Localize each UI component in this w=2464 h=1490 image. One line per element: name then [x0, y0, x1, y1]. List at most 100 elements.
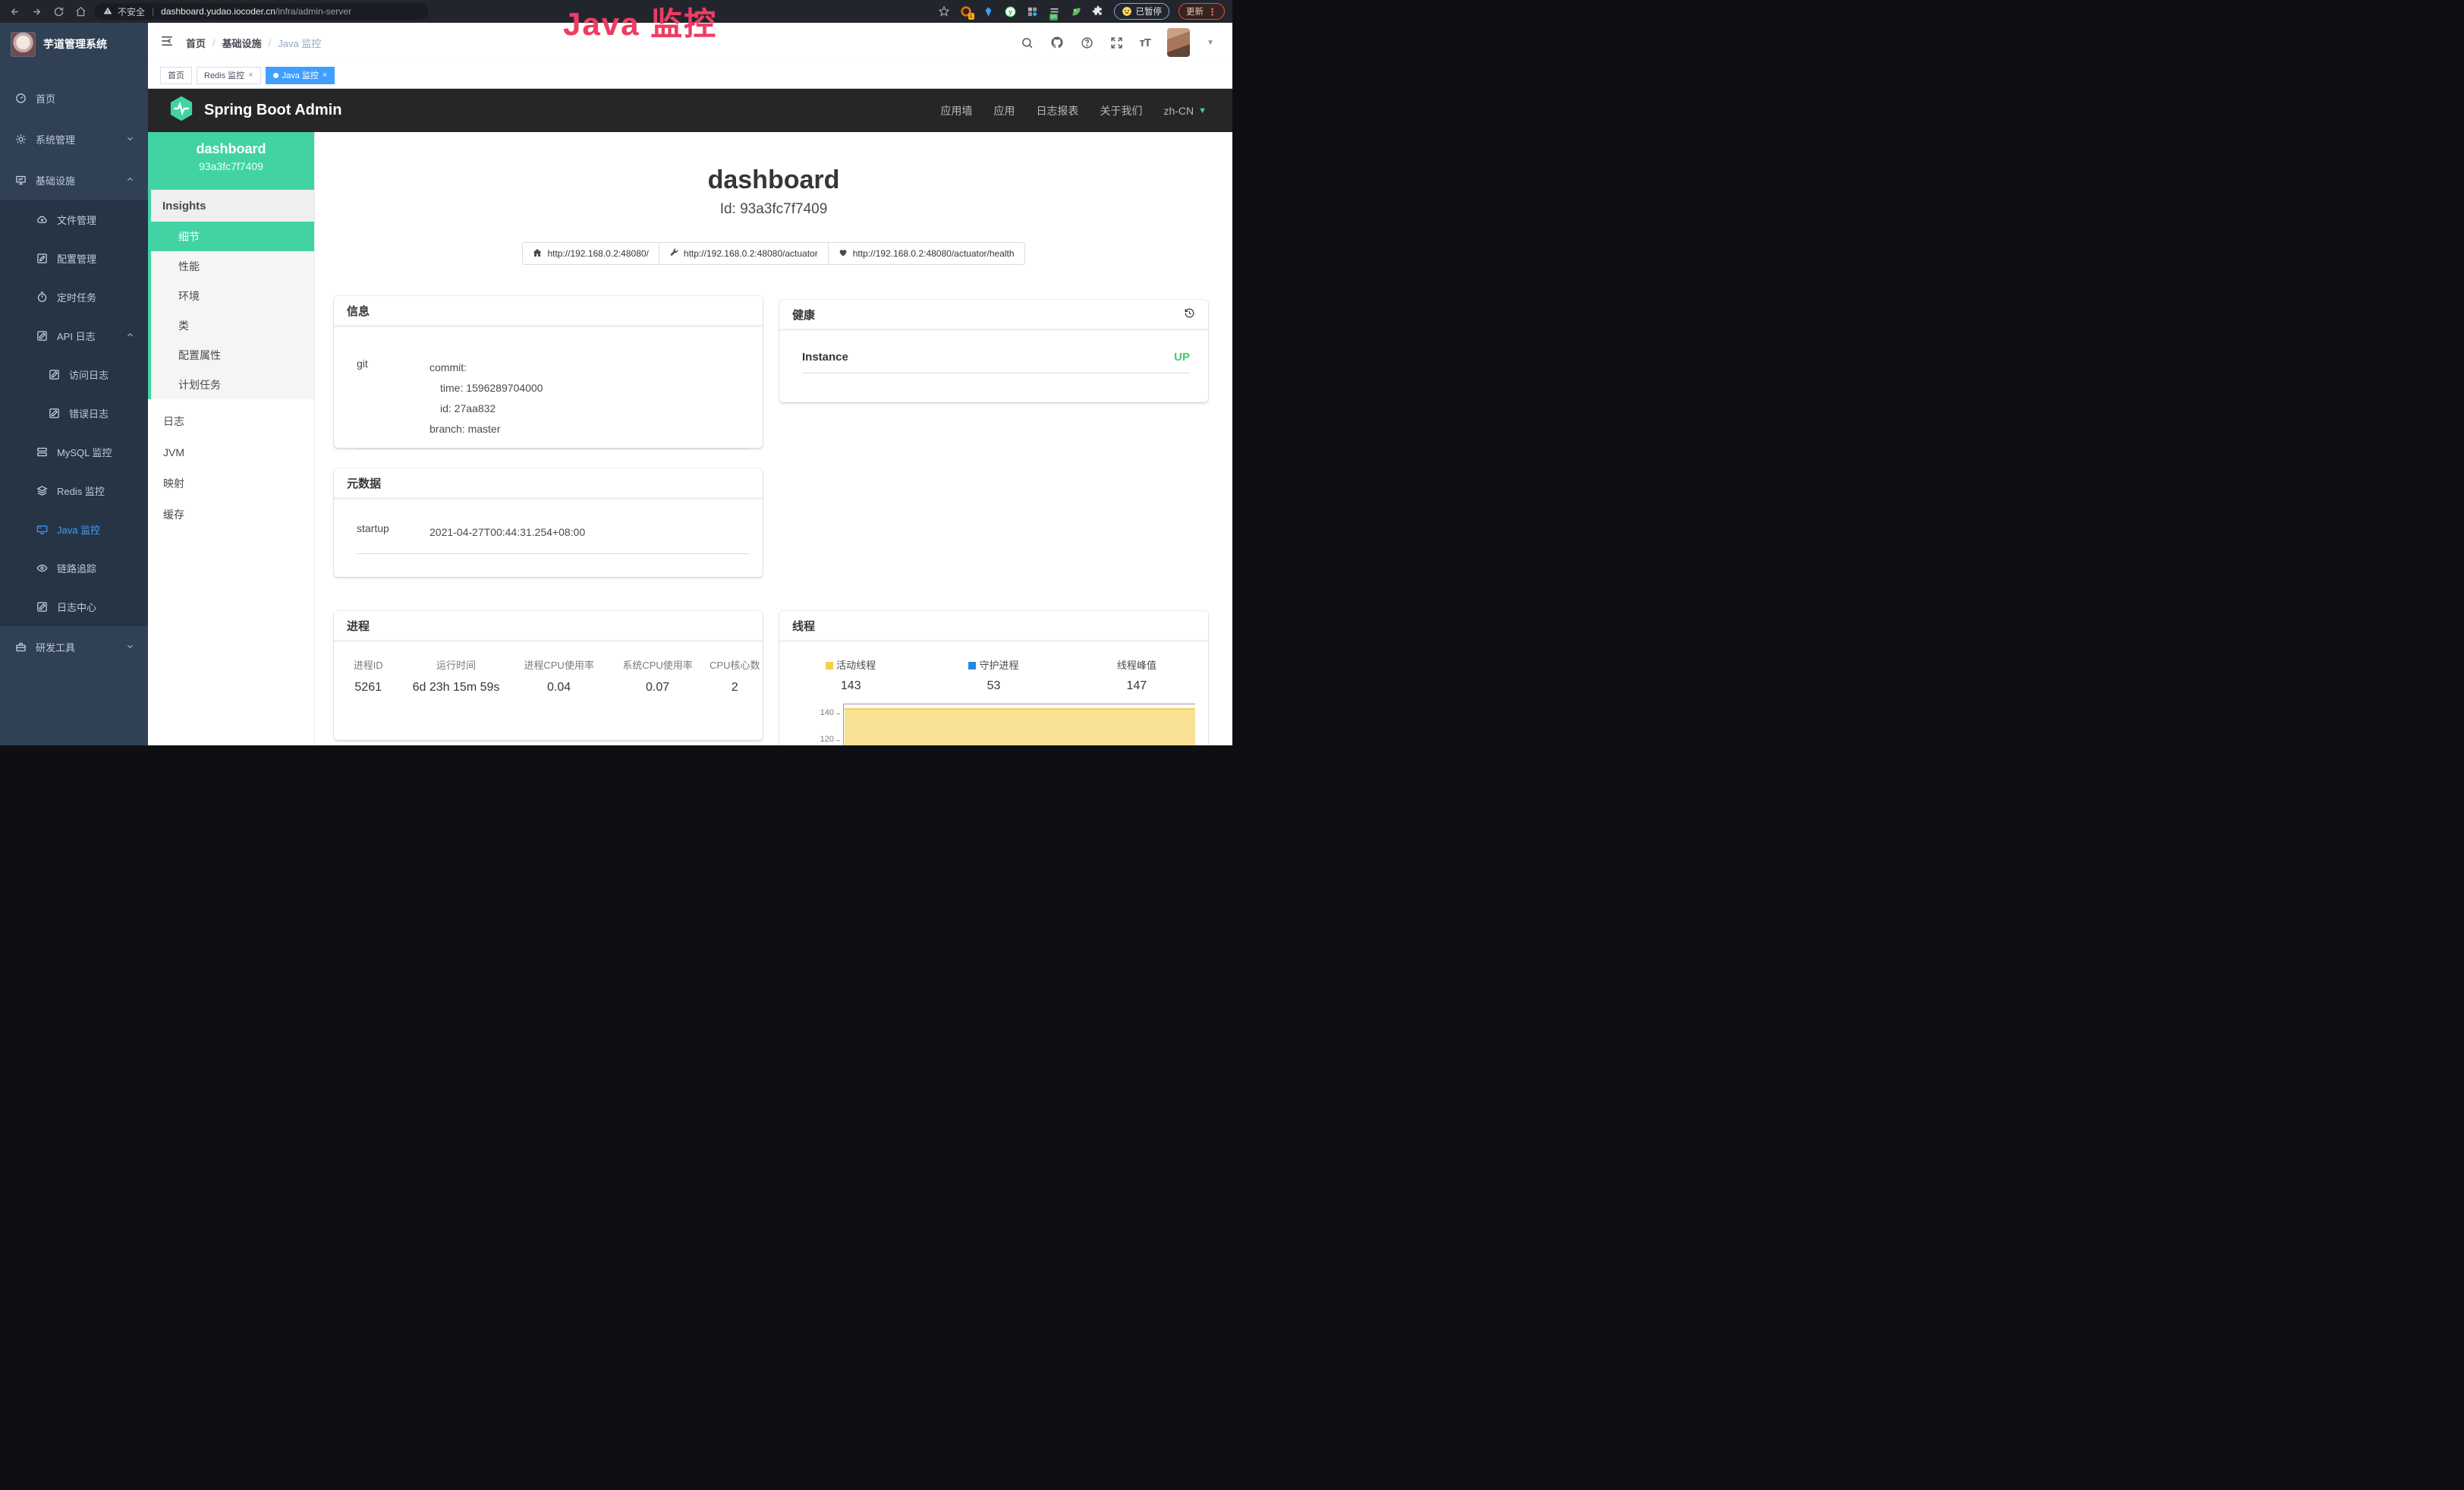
sidebar-item-config-manage[interactable]: 配置管理	[0, 239, 148, 278]
browser-menu-icon[interactable]: ⋮	[1207, 7, 1217, 17]
tag-redis-monitor[interactable]: Redis 监控×	[197, 67, 261, 84]
sba-header: Spring Boot Admin 应用墙 应用 日志报表 关于我们 zh-CN…	[148, 89, 1232, 132]
health-instance-row[interactable]: Instance UP	[802, 351, 1190, 373]
health-card-title: 健康	[792, 307, 815, 323]
extension-grid-icon[interactable]	[1026, 5, 1039, 18]
update-label: 更新	[1186, 5, 1204, 17]
extension-leaf-icon[interactable]	[1070, 5, 1083, 18]
profile-paused-chip[interactable]: 已暂停	[1114, 3, 1170, 20]
history-icon[interactable]	[1184, 307, 1195, 322]
forward-icon[interactable]	[31, 6, 42, 17]
extension-onetab-icon[interactable]: on	[1048, 5, 1061, 18]
breadcrumb-home[interactable]: 首页	[186, 36, 206, 50]
sba-item-mappings[interactable]: 映射	[148, 468, 314, 499]
sba-item-caches[interactable]: 缓存	[148, 499, 314, 530]
sidebar-item-mysql-monitor[interactable]: MySQL 监控	[0, 433, 148, 471]
sba-insights-group: Insights 细节 性能 环境 类 配置属性 计划任务	[148, 190, 314, 399]
sidebar-item-api-log[interactable]: API 日志	[0, 317, 148, 355]
sba-title[interactable]: Spring Boot Admin	[204, 102, 341, 119]
service-url-button[interactable]: http://192.168.0.2:48080/	[522, 242, 659, 265]
warning-icon	[103, 6, 112, 17]
close-icon[interactable]: ×	[248, 71, 253, 80]
sba-instance-header[interactable]: dashboard 93a3fc7f7409	[148, 132, 314, 190]
sba-section-insights: Insights	[151, 190, 314, 222]
instance-title: dashboard	[315, 165, 1232, 195]
app-title: 芋道管理系统	[43, 36, 107, 52]
sba-nav-journal[interactable]: 日志报表	[1036, 103, 1078, 118]
sidebar-item-scheduled-job[interactable]: 定时任务	[0, 278, 148, 317]
close-icon[interactable]: ×	[323, 71, 327, 80]
tags-view: 首页 Redis 监控× Java 监控×	[148, 62, 1232, 89]
extension-y-icon[interactable]: y	[1004, 5, 1017, 18]
git-id-line: id: 27aa832	[430, 398, 749, 419]
reload-icon[interactable]	[53, 6, 65, 17]
dashboard-icon	[15, 93, 27, 104]
instance-links: http://192.168.0.2:48080/ http://192.168…	[315, 242, 1232, 265]
chevron-up-icon	[126, 330, 134, 342]
spring-boot-admin-logo-icon[interactable]	[168, 95, 195, 126]
tag-home[interactable]: 首页	[160, 67, 192, 84]
sidebar-item-home[interactable]: 首页	[0, 77, 148, 118]
sba-item-details[interactable]: 细节	[151, 222, 314, 251]
daemon-threads-label: 守护进程	[979, 660, 1018, 671]
sba-item-configprops[interactable]: 配置属性	[151, 340, 314, 370]
metadata-card-title: 元数据	[347, 475, 381, 491]
sba-item-logfile[interactable]: 日志	[148, 405, 314, 436]
bookmark-star-icon[interactable]	[938, 5, 951, 18]
peak-threads-value: 147	[1065, 675, 1208, 695]
sidebar-item-java-monitor[interactable]: Java 监控	[0, 510, 148, 549]
actuator-url-button[interactable]: http://192.168.0.2:48080/actuator	[659, 242, 829, 265]
app-logo-image	[11, 32, 36, 57]
extension-pin-icon[interactable]	[982, 5, 995, 18]
sba-item-environment[interactable]: 环境	[151, 281, 314, 310]
sba-item-classes[interactable]: 类	[151, 310, 314, 340]
extensions-puzzle-icon[interactable]	[1092, 5, 1105, 18]
sidebar-item-infra[interactable]: 基础设施	[0, 159, 148, 200]
sidebar-item-access-log[interactable]: 访问日志	[0, 355, 148, 394]
info-card: 信息 git commit: time: 1596289704000 id: 2…	[334, 296, 763, 448]
chrome-update-button[interactable]: 更新 ⋮	[1179, 3, 1225, 20]
threads-card: 线程 活动线程 守护进程 线程峰值 143 53 147 140 120 100	[779, 611, 1208, 745]
sidebar-item-trace[interactable]: 链路追踪	[0, 549, 148, 587]
help-icon[interactable]	[1081, 36, 1094, 49]
hamburger-icon[interactable]	[160, 34, 174, 52]
paused-label: 已暂停	[1136, 5, 1163, 17]
breadcrumb-infra[interactable]: 基础设施	[222, 36, 262, 50]
peak-threads-label: 线程峰值	[1117, 660, 1156, 671]
eye-icon	[36, 562, 48, 574]
url-text: dashboard.yudao.iocoder.cn/infra/admin-s…	[161, 6, 351, 17]
sidebar-item-log-center[interactable]: 日志中心	[0, 587, 148, 626]
app-logo-row[interactable]: 芋道管理系统	[0, 23, 148, 65]
val-process-cpu: 0.04	[510, 675, 609, 701]
sba-item-scheduled-tasks[interactable]: 计划任务	[151, 370, 314, 399]
sidebar-item-file-manage[interactable]: 文件管理	[0, 200, 148, 239]
address-bar[interactable]: 不安全 | dashboard.yudao.iocoder.cn/infra/a…	[94, 3, 428, 20]
tag-java-monitor[interactable]: Java 监控×	[266, 67, 335, 84]
extension-orange-icon[interactable]: 1	[960, 5, 973, 18]
sba-item-jvm[interactable]: JVM	[148, 436, 314, 468]
github-icon[interactable]	[1050, 36, 1064, 49]
startup-key: startup	[357, 522, 430, 543]
sidebar-item-redis-monitor[interactable]: Redis 监控	[0, 471, 148, 510]
sidebar-item-error-log[interactable]: 错误日志	[0, 394, 148, 433]
user-avatar[interactable]	[1167, 28, 1190, 57]
sba-item-metrics[interactable]: 性能	[151, 251, 314, 281]
sidebar-item-system[interactable]: 系统管理	[0, 118, 148, 159]
search-icon[interactable]	[1021, 36, 1034, 49]
sidebar-item-dev-tools[interactable]: 研发工具	[0, 626, 148, 667]
sba-language-select[interactable]: zh-CN ▼	[1163, 105, 1207, 117]
home-icon[interactable]	[75, 6, 87, 17]
sba-nav-about[interactable]: 关于我们	[1100, 103, 1142, 118]
process-card: 进程 进程ID 运行时间 进程CPU使用率 系统CPU使用率 CPU核心数 52…	[334, 611, 763, 740]
cloud-upload-icon	[36, 214, 48, 225]
user-menu-caret-icon[interactable]: ▼	[1207, 39, 1214, 47]
fullscreen-icon[interactable]	[1110, 36, 1123, 49]
server-icon	[36, 446, 48, 458]
health-url-button[interactable]: http://192.168.0.2:48080/actuator/health	[829, 242, 1025, 265]
font-size-icon[interactable]: тT	[1140, 36, 1151, 49]
sba-nav-wallboard[interactable]: 应用墙	[940, 103, 972, 118]
log-edit-icon	[36, 601, 48, 613]
sba-nav-applications[interactable]: 应用	[993, 103, 1015, 118]
status-badge: UP	[1174, 351, 1190, 364]
back-icon[interactable]	[9, 6, 20, 17]
